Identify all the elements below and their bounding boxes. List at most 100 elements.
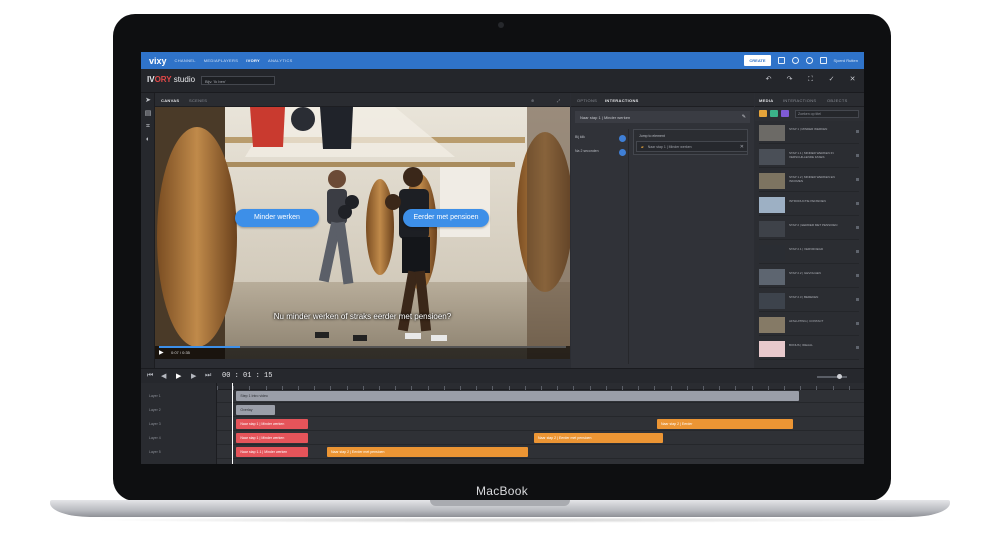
video-filter-icon[interactable] [781, 110, 789, 117]
media-item[interactable]: STAP 1.1 | MINDER WERKEN IN VERSCHILLEND… [759, 147, 859, 168]
media-menu-icon[interactable] [856, 346, 859, 349]
timeline-ruler[interactable] [217, 383, 864, 390]
trigger-radio[interactable] [619, 149, 626, 156]
trigger-on-click[interactable]: Bij klik [575, 135, 626, 143]
media-search-input[interactable]: Zoeken op titel [795, 110, 859, 118]
nav-item-analytics[interactable]: ANALYTICS [268, 58, 293, 63]
fullscreen-icon[interactable]: ⛶ [807, 76, 814, 83]
user-icon[interactable] [805, 57, 813, 64]
track-label[interactable]: Layer 5 [149, 450, 161, 454]
timeline-clip[interactable]: Overlay [236, 405, 276, 415]
hand-icon[interactable]: ▤ [144, 110, 152, 118]
media-item[interactable]: STAP 1.2 | MINDER WERKEN EN INKOMEN [759, 171, 859, 192]
play-icon[interactable]: ▶ [159, 349, 164, 356]
hotspot-minder-werken[interactable]: Minder werken [235, 209, 319, 227]
rewind-icon[interactable]: ◀ [161, 372, 166, 380]
zoom-icon[interactable]: ⊕ [531, 98, 535, 103]
create-button[interactable]: CREATE [744, 55, 771, 66]
video-canvas[interactable]: Minder werken Eerder met pensioen Nu min… [155, 107, 570, 359]
folder-filter-icon[interactable] [759, 110, 767, 117]
media-menu-icon[interactable] [856, 130, 859, 133]
user-name[interactable]: Sjoerd Rutten [834, 58, 858, 63]
media-item[interactable]: INTRODUCTIE PENSIOEN [759, 195, 859, 216]
folder-icon: ▰ [641, 145, 644, 149]
tab-media-interactions[interactable]: INTERACTIONS [783, 98, 816, 103]
studio-actions: ↶ ↷ ⛶ ✓ ✕ [765, 76, 856, 83]
media-menu-icon[interactable] [856, 298, 859, 301]
media-thumbnail [759, 149, 785, 165]
media-menu-icon[interactable] [856, 322, 859, 325]
tab-scenes[interactable]: SCENES [189, 98, 207, 103]
pointer-icon[interactable]: ➤ [144, 97, 152, 105]
track-label[interactable]: Layer 4 [149, 436, 161, 440]
trigger-radio[interactable] [619, 135, 626, 142]
folder-icon[interactable] [777, 57, 785, 64]
close-icon[interactable]: ✕ [849, 76, 856, 83]
tab-canvas[interactable]: CANVAS [161, 98, 179, 103]
media-item[interactable]: AFSLUITING | CONTACT [759, 315, 859, 336]
check-icon[interactable]: ✓ [828, 76, 835, 83]
forward-icon[interactable]: ▶ [191, 372, 196, 380]
timeline-clip[interactable]: Naar stap 2 | Eerder [656, 419, 793, 429]
tab-interactions[interactable]: INTERACTIONS [605, 98, 639, 103]
nav-item-channel[interactable]: CHANNEL [175, 58, 196, 63]
media-title: STAP 1 | MINDER WERKEN [789, 127, 828, 131]
play-icon[interactable]: ▶ [176, 372, 181, 380]
media-item[interactable]: STAP 2.3 | BEREKEN [759, 291, 859, 312]
media-item[interactable]: STAP 2.1 | VERVROEGD [759, 243, 859, 264]
tab-objects[interactable]: OBJECTS [827, 98, 848, 103]
track-row [217, 404, 864, 417]
skip-forward-icon[interactable]: ⏭ [205, 372, 211, 380]
crop-icon[interactable]: ⌗ [144, 123, 152, 131]
track-label[interactable]: Layer 2 [149, 408, 161, 412]
project-select[interactable]: Bijv. 'Ik ben' [201, 76, 275, 85]
cloud-icon[interactable] [819, 57, 827, 64]
timeline-clip[interactable]: Naar stap 2 | Eerder met pensioen [534, 433, 664, 443]
media-menu-icon[interactable] [856, 226, 859, 229]
media-menu-icon[interactable] [856, 178, 859, 181]
media-menu-icon[interactable] [856, 154, 859, 157]
media-item[interactable]: STAP 2 | EERDER MET PENSIOEN [759, 219, 859, 240]
media-title: INTRODUCTIE PENSIOEN [789, 199, 826, 203]
expand-icon[interactable]: ⤢ [557, 98, 561, 103]
trigger-after-delay[interactable]: Na 2 seconden [575, 149, 626, 157]
image-filter-icon[interactable] [770, 110, 778, 117]
interaction-title[interactable]: Naar stap 1 | Minder werken ✎ [575, 111, 750, 123]
media-item[interactable]: STAP 2.2 | GEVOLGEN [759, 267, 859, 288]
vixy-logo[interactable]: vixy [149, 56, 167, 66]
timeline-clip[interactable]: Naar stap 2 | Eerder met pensioen [326, 447, 528, 457]
timeline-clip[interactable]: Step 1 Intro video [236, 391, 800, 401]
redo-icon[interactable]: ↷ [786, 76, 793, 83]
nav-item-ivory[interactable]: IVORY [246, 58, 260, 63]
media-title: AFSLUITING | CONTACT [789, 319, 824, 323]
skip-back-icon[interactable]: ⏮ [147, 372, 153, 380]
undo-icon[interactable]: ↶ [765, 76, 772, 83]
jump-target-field[interactable]: ▰ Naar stap 1 | Minder werken ✕ [636, 141, 748, 152]
track-label[interactable]: Layer 3 [149, 422, 161, 426]
tab-media[interactable]: MEDIA [759, 98, 773, 103]
edit-icon[interactable]: ✎ [742, 114, 746, 120]
timeline-zoom-slider[interactable] [817, 376, 847, 378]
remove-icon[interactable]: ✕ [740, 144, 744, 150]
timeline-clip[interactable]: Naar stap 1 | Minder werken [236, 419, 308, 429]
screen: vixy CHANNEL MEDIAPLAYERS IVORY ANALYTIC… [141, 52, 864, 464]
media-menu-icon[interactable] [856, 250, 859, 253]
tab-options[interactable]: OPTIONS [577, 98, 597, 103]
media-menu-icon[interactable] [856, 274, 859, 277]
media-item[interactable]: STAP 1 | MINDER WERKEN [759, 123, 859, 144]
media-title: STAP 1.1 | MINDER WERKEN IN VERSCHILLEND… [789, 151, 834, 159]
palette-icon[interactable]: ◐ [144, 136, 152, 144]
playhead[interactable] [232, 383, 233, 464]
track-label[interactable]: Layer 1 [149, 394, 161, 398]
timeline-clip[interactable]: Naar stap 1.1 | Minder werken [236, 447, 308, 457]
interactions-header: OPTIONS INTERACTIONS [571, 93, 754, 107]
media-thumbnail [759, 173, 785, 189]
interactions-panel: Naar stap 1 | Minder werken ✎ Bij klik N… [571, 107, 754, 368]
timeline-clip[interactable]: Naar stap 1 | Minder werken [236, 433, 308, 443]
media-item[interactable]: BONUS | IDEAAL [759, 339, 859, 360]
media-menu-icon[interactable] [856, 202, 859, 205]
zoom-slider-handle[interactable] [837, 374, 842, 379]
hotspot-eerder-met-pensioen[interactable]: Eerder met pensioen [403, 209, 489, 227]
gear-icon[interactable] [791, 57, 799, 64]
nav-item-mediaplayers[interactable]: MEDIAPLAYERS [204, 58, 238, 63]
